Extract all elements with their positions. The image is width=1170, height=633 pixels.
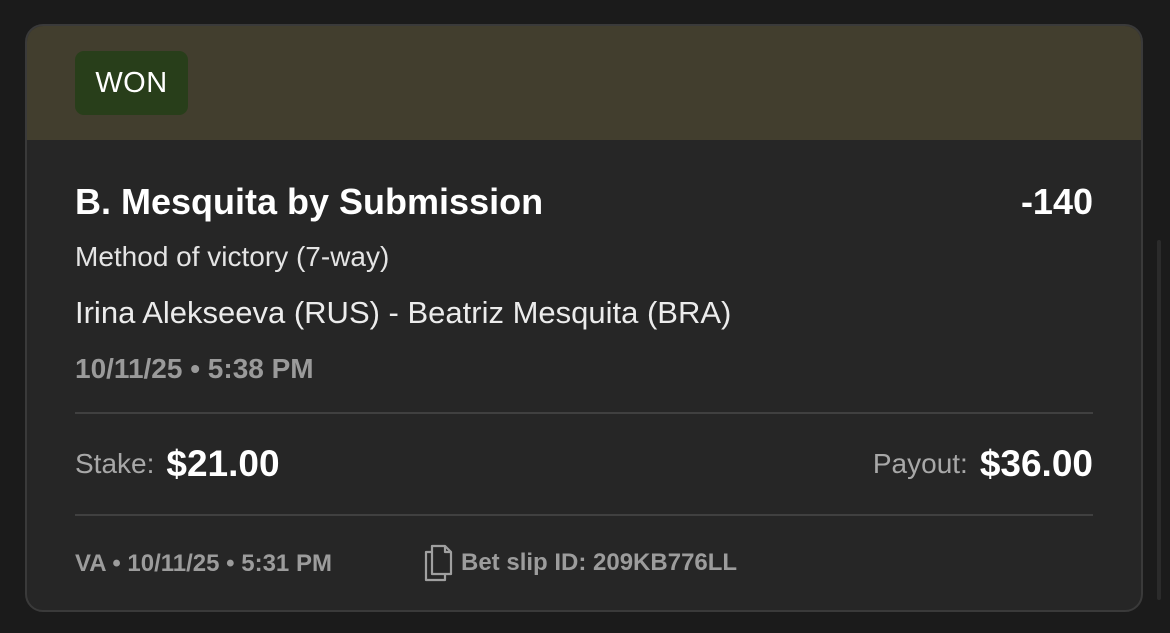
stake-value: $21.00 [166,443,280,484]
divider [75,412,1093,414]
bet-selection: B. Mesquita by Submission [75,181,544,222]
payout: Payout: $36.00 [873,443,1093,485]
divider [75,514,1093,516]
status-badge: WON [75,51,188,115]
bet-slip-id-text: Bet slip ID: 209KB776LL [461,549,738,576]
placed-meta: VA • 10/11/25 • 5:31 PM [75,550,332,577]
payout-label: Payout: [872,448,968,479]
bet-odds: -140 [1020,181,1093,222]
event-name: Irina Alekseeva (RUS) - Beatriz Mesquita… [75,295,732,330]
document-copy-icon[interactable] [423,544,453,582]
event-time: 10/11/25 • 5:38 PM [75,353,314,384]
stake: Stake: $21.00 [75,443,280,485]
bet-market: Method of victory (7-way) [75,241,390,272]
bet-card: WON B. Mesquita by Submission -140 Metho… [25,24,1143,612]
payout-value: $36.00 [979,443,1093,484]
scrollbar[interactable] [1157,240,1161,600]
card-header: WON [27,26,1141,140]
bet-slip-id[interactable]: Bet slip ID: 209KB776LL [423,544,737,582]
stake-label: Stake: [75,448,155,479]
card-body: B. Mesquita by Submission -140 Method of… [75,140,1093,610]
